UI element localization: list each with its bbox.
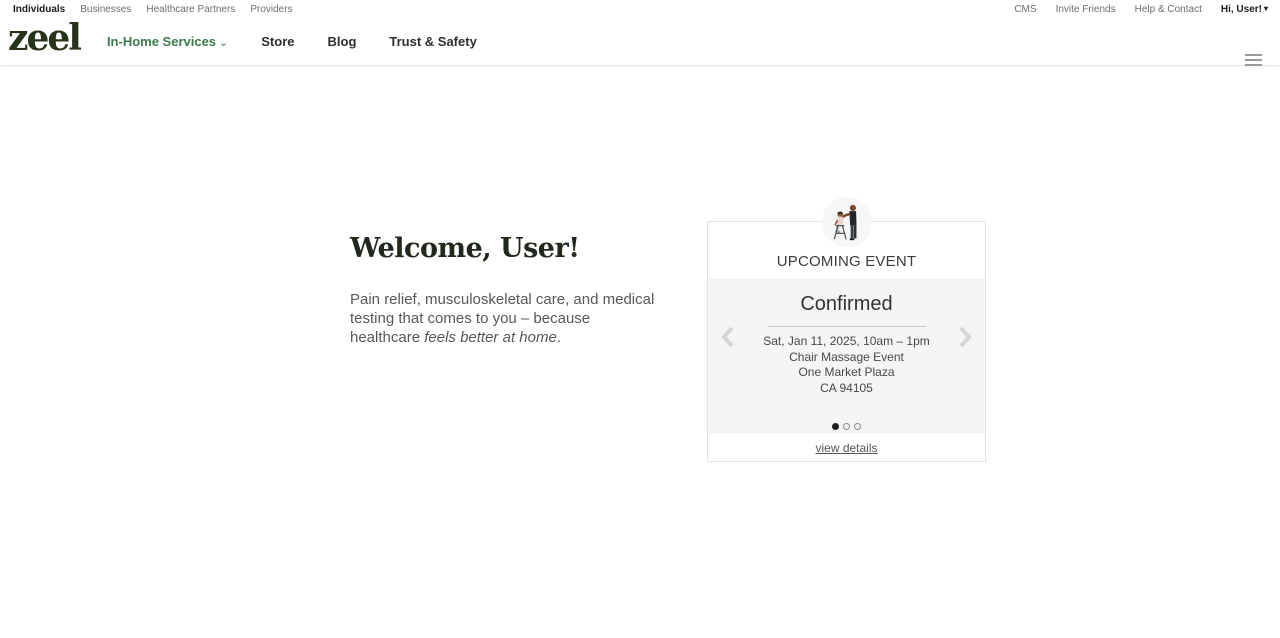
nav-blog[interactable]: Blog	[328, 34, 357, 49]
tab-providers[interactable]: Providers	[250, 4, 292, 15]
page-content: Welcome, User! Pain relief, musculoskele…	[0, 66, 1280, 638]
chevron-down-icon: ⌄	[219, 36, 229, 49]
carousel-next-button[interactable]	[958, 326, 972, 348]
utility-bar: Individuals Businesses Healthcare Partne…	[0, 0, 1280, 17]
divider	[767, 326, 926, 327]
nav-trust-safety[interactable]: Trust & Safety	[389, 34, 476, 49]
tab-individuals[interactable]: Individuals	[13, 4, 65, 15]
intro-text-period: .	[556, 329, 561, 346]
event-card-body: Confirmed Sat, Jan 11, 2025, 10am – 1pm …	[708, 278, 985, 436]
carousel-dot[interactable]	[854, 423, 861, 430]
event-address-line1: One Market Plaza	[798, 365, 895, 379]
tab-healthcare-partners[interactable]: Healthcare Partners	[146, 4, 235, 15]
event-status: Confirmed	[800, 293, 893, 315]
chevron-right-icon	[959, 326, 972, 348]
nav-store[interactable]: Store	[261, 34, 294, 49]
event-address-line2: CA 94105	[820, 380, 873, 395]
event-card-header: UPCOMING EVENT	[776, 253, 917, 270]
help-contact-link[interactable]: Help & Contact	[1135, 4, 1202, 15]
user-menu-label: Hi, User!	[1220, 4, 1262, 15]
utility-links: CMS Invite Friends Help & Contact Hi, Us…	[995, 4, 1268, 15]
tab-businesses[interactable]: Businesses	[80, 4, 131, 15]
intro-text: Pain relief, musculoskeletal care, and m…	[350, 290, 662, 347]
nav-in-home-services[interactable]: In-Home Services ⌄	[107, 34, 228, 49]
chair-massage-illustration	[833, 204, 857, 241]
upcoming-event-card: UPCOMING EVENT Confirmed Sat, Jan 11, 20…	[707, 197, 986, 462]
carousel-dot[interactable]	[832, 423, 839, 430]
zeel-logo[interactable]: zeel	[8, 20, 82, 56]
carousel-dots	[708, 423, 985, 430]
event-name: Chair Massage Event	[789, 349, 904, 364]
cms-link[interactable]: CMS	[1014, 4, 1036, 15]
nav-in-home-services-label: In-Home Services	[106, 33, 217, 49]
event-datetime: Sat, Jan 11, 2025, 10am – 1pm	[763, 334, 930, 348]
view-details-link[interactable]: view details	[815, 441, 877, 455]
event-details: Sat, Jan 11, 2025, 10am – 1pm Chair Mass…	[708, 334, 985, 396]
chevron-left-icon	[721, 326, 734, 348]
page-title: Welcome, User!	[350, 233, 580, 264]
user-menu[interactable]: Hi, User! ▾	[1221, 4, 1268, 15]
chair-massage-icon	[821, 197, 872, 247]
hamburger-bar	[1245, 54, 1262, 56]
hamburger-bar	[1245, 59, 1262, 61]
carousel-dot[interactable]	[843, 423, 850, 430]
chevron-down-icon: ▾	[1263, 4, 1268, 13]
audience-tabs: Individuals Businesses Healthcare Partne…	[13, 4, 308, 15]
nav-links: In-Home Services ⌄ Store Blog Trust & Saf…	[107, 34, 510, 49]
main-nav: zeel In-Home Services ⌄ Store Blog Trust …	[0, 17, 1280, 66]
invite-friends-link[interactable]: Invite Friends	[1056, 4, 1116, 15]
event-card-footer: view details	[708, 434, 985, 461]
intro-text-italic: feels better at home	[424, 329, 557, 346]
carousel-prev-button[interactable]	[721, 326, 735, 348]
